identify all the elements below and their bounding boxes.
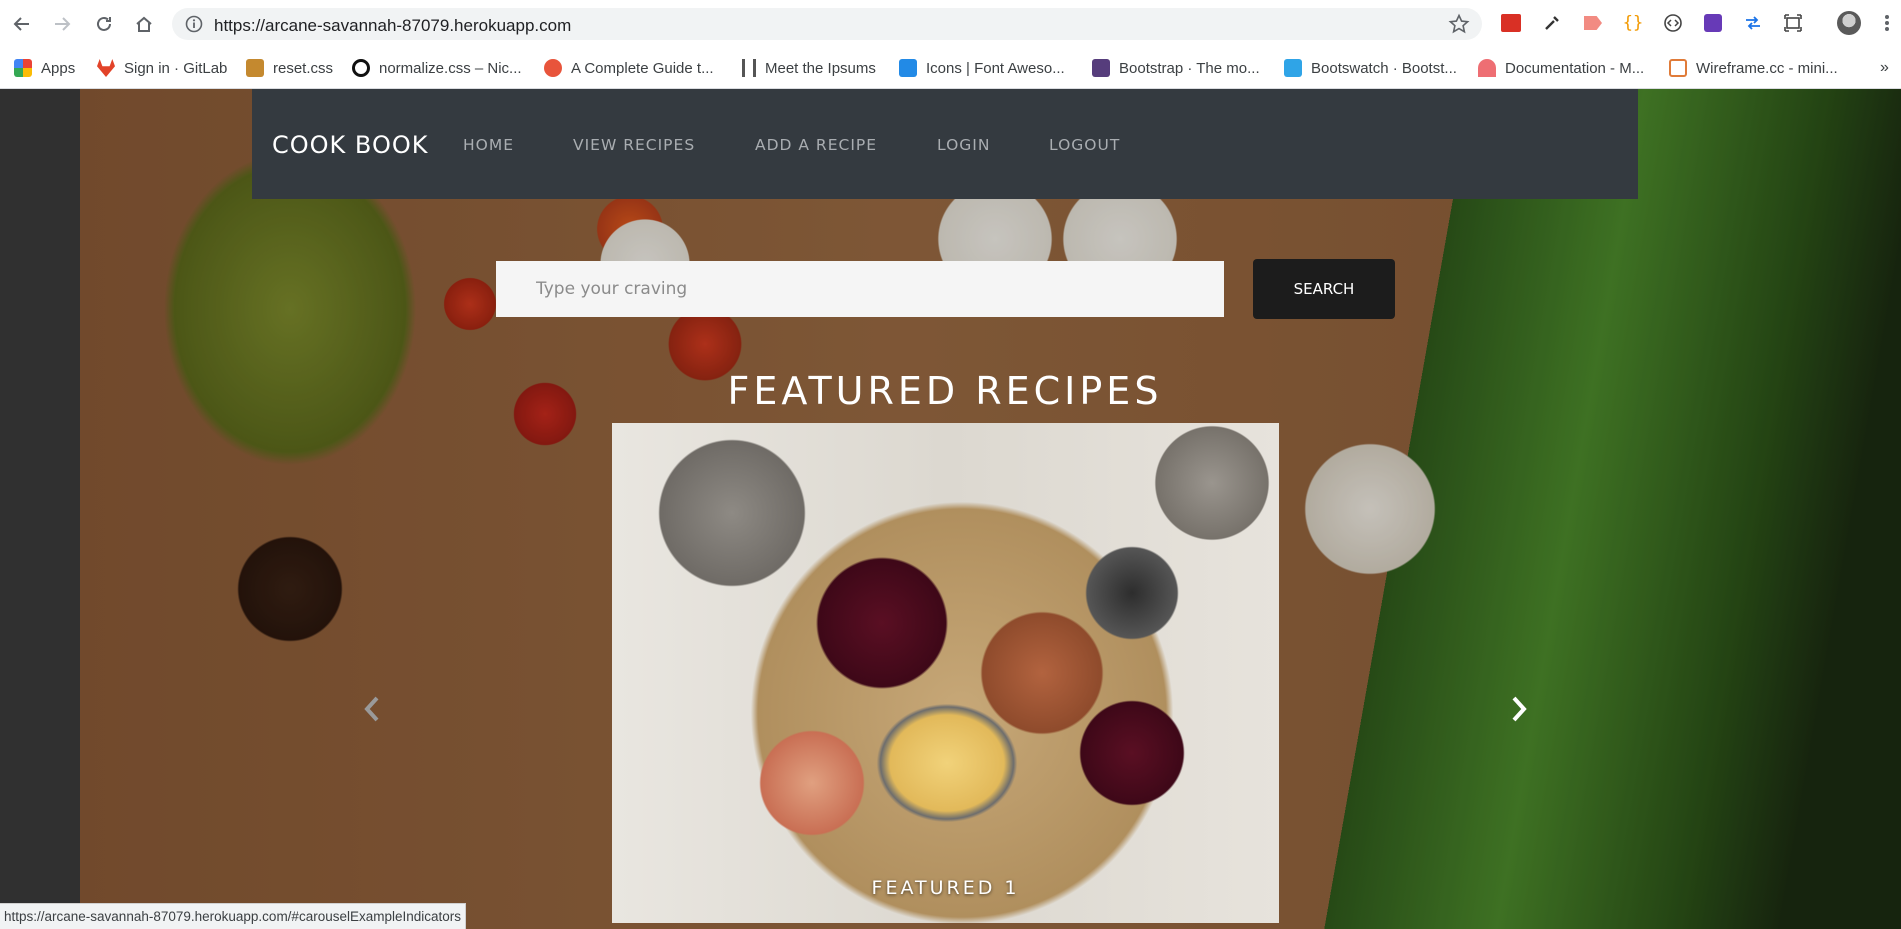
materialize-icon: [1478, 59, 1496, 77]
bookmarks-overflow-icon[interactable]: »: [1880, 56, 1889, 80]
brand-logo[interactable]: COOK BOOK: [272, 131, 428, 159]
bookmarks-bar: Apps Sign in · GitLab reset.css normaliz…: [0, 48, 1901, 89]
reload-icon[interactable]: [90, 10, 118, 38]
home-icon[interactable]: [130, 10, 158, 38]
back-icon[interactable]: [8, 10, 36, 38]
bookmark-font-awesome[interactable]: Icons | Font Aweso...: [899, 56, 1065, 80]
search-input[interactable]: [496, 261, 1224, 317]
screenshot-frame-icon[interactable]: [1782, 12, 1804, 34]
bookmark-css-tricks[interactable]: A Complete Guide t...: [544, 56, 714, 80]
eyedropper-icon[interactable]: [1541, 12, 1563, 34]
bookmark-ipsums[interactable]: Meet the Ipsums: [742, 56, 876, 80]
font-awesome-icon: [899, 59, 917, 77]
nav-add-recipe[interactable]: ADD A RECIPE: [755, 136, 877, 154]
bookmark-gitlab[interactable]: Sign in · GitLab: [97, 56, 227, 80]
apps-grid-icon: [14, 59, 32, 77]
bookmark-label: Documentation - M...: [1505, 59, 1645, 77]
carousel-prev-icon[interactable]: [357, 689, 387, 729]
nav-logout[interactable]: LOGOUT: [1049, 136, 1120, 154]
bookmark-label: Icons | Font Aweso...: [926, 59, 1065, 77]
bookmark-star-icon[interactable]: [1448, 13, 1470, 35]
nav-view-recipes[interactable]: VIEW RECIPES: [573, 136, 695, 154]
carousel-caption: FEATURED 1: [871, 877, 1020, 899]
carousel-next-icon[interactable]: [1504, 689, 1534, 729]
bookmark-reset-css[interactable]: reset.css: [246, 56, 333, 80]
bookmark-label: normalize.css – Nic...: [379, 59, 522, 77]
extension-pink-icon[interactable]: [1582, 12, 1604, 34]
code-circle-icon[interactable]: [1662, 12, 1684, 34]
bookmark-materialize[interactable]: Documentation - M...: [1478, 56, 1644, 80]
featured-carousel[interactable]: FEATURED 1: [612, 423, 1279, 923]
css-tricks-icon: [544, 59, 562, 77]
bookmark-label: Sign in · GitLab: [124, 59, 228, 77]
nav-home[interactable]: HOME: [463, 136, 514, 154]
browser-menu-icon[interactable]: [1876, 12, 1898, 34]
search-button[interactable]: SEARCH: [1253, 259, 1395, 319]
bookmark-label: reset.css: [273, 59, 334, 77]
bookmark-bootswatch[interactable]: Bootswatch · Bootst...: [1284, 56, 1457, 80]
bookmark-label: Bootstrap · The mo...: [1119, 59, 1260, 77]
reset-css-icon: [246, 59, 264, 77]
bootswatch-icon: [1284, 59, 1302, 77]
extension-red-icon[interactable]: [1500, 12, 1522, 34]
json-braces-icon[interactable]: {}: [1622, 12, 1644, 34]
arrows-swap-icon[interactable]: [1742, 12, 1764, 34]
browser-status-bar: https://arcane-savannah-87079.herokuapp.…: [0, 903, 467, 929]
bootstrap-icon: [1092, 59, 1110, 77]
nav-login[interactable]: LOGIN: [937, 136, 990, 154]
featured-recipes-heading: FEATURED RECIPES: [727, 369, 1163, 413]
bookmark-label: Wireframe.cc - mini...: [1696, 59, 1838, 77]
address-bar[interactable]: https://arcane-savannah-87079.herokuapp.…: [172, 8, 1482, 40]
bookmark-label: Bootswatch · Bootst...: [1311, 59, 1457, 77]
bookmark-apps[interactable]: Apps: [14, 56, 75, 80]
bookmark-wireframe[interactable]: Wireframe.cc - mini...: [1669, 56, 1838, 80]
page-hero: COOK BOOK HOME VIEW RECIPES ADD A RECIPE…: [0, 89, 1901, 929]
site-navbar: COOK BOOK HOME VIEW RECIPES ADD A RECIPE…: [252, 89, 1638, 199]
bookmark-bootstrap[interactable]: Bootstrap · The mo...: [1092, 56, 1260, 80]
forward-icon[interactable]: [48, 10, 76, 38]
ipsums-icon: [742, 59, 756, 77]
browser-toolbar: https://arcane-savannah-87079.herokuapp.…: [0, 0, 1901, 49]
bookmark-label: Meet the Ipsums: [765, 59, 876, 77]
gitlab-icon: [97, 59, 115, 77]
wireframe-icon: [1669, 59, 1687, 77]
bookmark-label: Apps: [41, 59, 76, 77]
checkbox-purple-icon[interactable]: [1702, 12, 1724, 34]
address-url[interactable]: https://arcane-savannah-87079.herokuapp.…: [214, 16, 571, 36]
bookmark-normalize[interactable]: normalize.css – Nic...: [352, 56, 522, 80]
bookmark-label: A Complete Guide t...: [571, 59, 714, 77]
profile-avatar[interactable]: [1836, 10, 1862, 36]
site-info-icon[interactable]: [184, 14, 204, 34]
normalize-icon: [352, 59, 370, 77]
